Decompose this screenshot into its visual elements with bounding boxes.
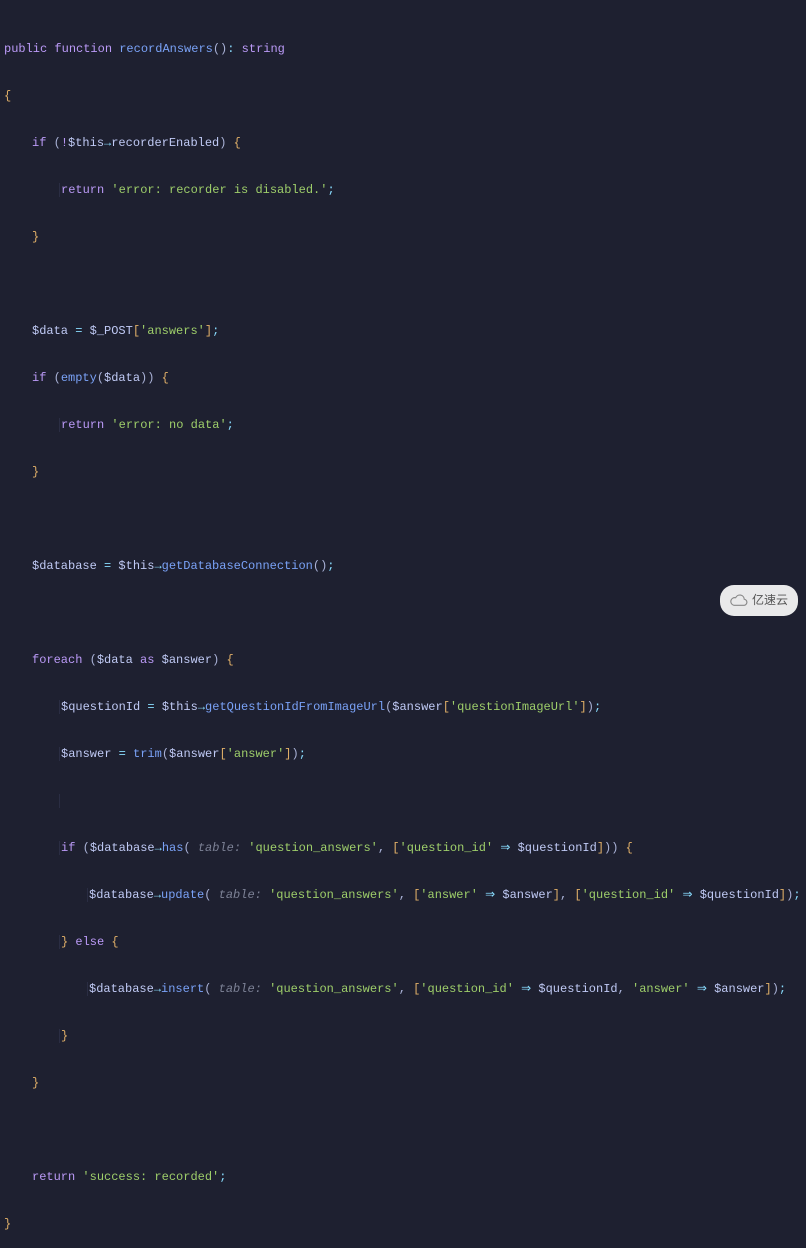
kw-else: else [75, 935, 104, 949]
kw-foreach: foreach [32, 653, 82, 667]
kw-if: if [32, 136, 46, 150]
str-err-disabled: 'error: recorder is disabled.' [111, 183, 327, 197]
code-block: public function recordAnswers(): string … [4, 14, 806, 1248]
kw-public: public [4, 42, 47, 56]
watermark-text: 亿速云 [752, 589, 788, 613]
str-err-nodata: 'error: no data' [111, 418, 226, 432]
watermark-badge: 亿速云 [720, 585, 798, 617]
kw-return: return [61, 183, 104, 197]
fn-name: recordAnswers [119, 42, 213, 56]
ret-type: string [242, 42, 285, 56]
str-success: 'success: recorded' [82, 1170, 219, 1184]
kw-function: function [54, 42, 112, 56]
cloud-icon [730, 589, 748, 613]
